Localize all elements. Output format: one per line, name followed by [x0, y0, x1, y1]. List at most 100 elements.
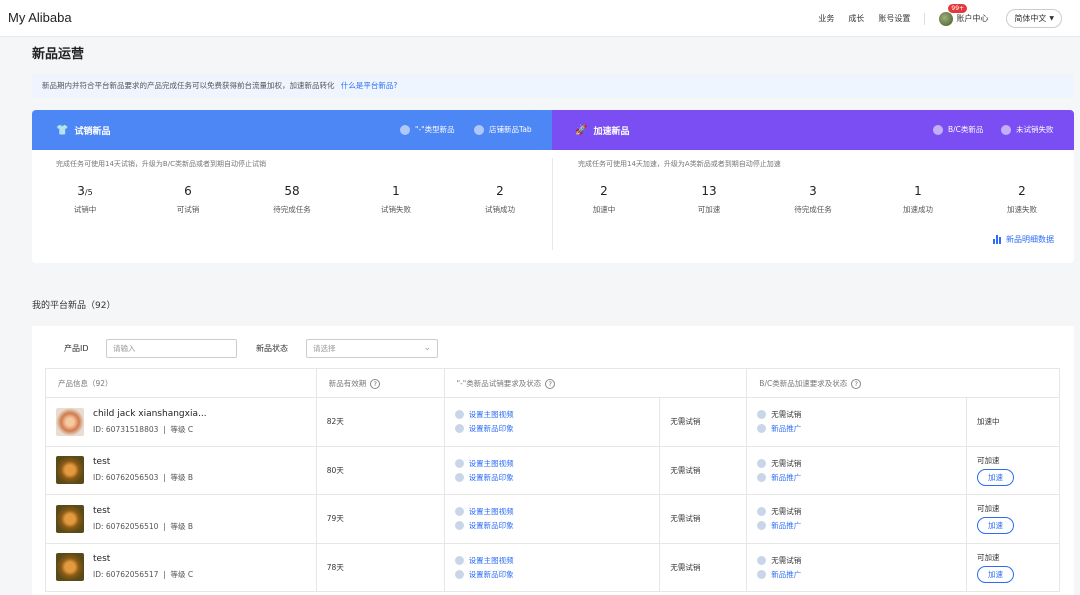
language-label: 简体中文 [1014, 14, 1047, 23]
notice-text: 新品期内并符合平台新品要求的产品完成任务可以免费获得前台流量加权，加速新品转化 [42, 81, 335, 90]
metric-label: 待完成任务 [794, 205, 832, 214]
metric-trial-success[interactable]: 2 试销成功 [450, 184, 550, 215]
metric-value: 1 [914, 184, 922, 198]
notice-help-link[interactable]: 什么是平台新品? [341, 81, 397, 90]
metric-value: 13 [701, 184, 717, 198]
nav-growth[interactable]: 成长 [848, 13, 864, 24]
check-circle-icon [400, 124, 410, 135]
validity-cell: 82天 [315, 397, 445, 447]
accel-status-cell: 可加速 加速 [966, 445, 1060, 495]
trial-status-cell: 无需试销 [659, 397, 748, 447]
metric-trial-available[interactable]: 6 可试销 [138, 184, 238, 215]
product-grade: 等级 C [170, 570, 194, 580]
task-set-main-video[interactable]: 设置主图视频 [454, 458, 660, 469]
status-placeholder: 请选择 [313, 344, 336, 353]
table-row: child jack xianshangxia... ID: 607315188… [45, 397, 1060, 447]
nav-business[interactable]: 业务 [818, 13, 834, 24]
metric-value: 2 [600, 184, 608, 198]
metric-trial-in-progress[interactable]: 3/5 试销中 [35, 184, 135, 215]
validity-cell: 78天 [315, 542, 445, 592]
rocket-icon: 🚀 [575, 125, 588, 136]
product-id: ID: 60731518803 [93, 424, 159, 434]
metric-label: 加速中 [592, 205, 616, 214]
task-set-impression[interactable]: 设置新品印象 [454, 569, 660, 580]
accelerate-option-bc[interactable]: B/C类新品 [933, 124, 983, 135]
product-thumbnail[interactable] [56, 553, 84, 582]
check-circle-icon [454, 410, 464, 420]
notification-badge: 99+ [948, 3, 968, 13]
brand-logo[interactable]: My Alibaba [8, 10, 72, 25]
product-thumbnail[interactable] [56, 504, 84, 533]
product-name[interactable]: child jack xianshangxia... [93, 409, 207, 419]
trial-option-type-label: "-"类型新品 [415, 125, 455, 134]
accelerate-band [552, 110, 1074, 150]
validity-cell: 79天 [315, 494, 445, 544]
task-set-main-video[interactable]: 设置主图视频 [454, 506, 660, 517]
task-no-trial: 无需试销 [757, 409, 966, 420]
trial-option-store-tab[interactable]: 店铺新品Tab [474, 124, 532, 135]
question-circle-icon[interactable]: ? [370, 378, 381, 389]
accelerate-button[interactable]: 加速 [977, 468, 1015, 486]
task-no-trial: 无需试销 [757, 555, 966, 566]
product-list-panel: 产品ID 请输入 新品状态 请选择 ⌄ 产品信息（92） 新品有效期? "-"类… [32, 326, 1074, 595]
check-circle-icon [454, 555, 464, 565]
metric-label: 试销成功 [485, 205, 515, 214]
product-name[interactable]: test [93, 506, 193, 516]
task-label: 设置主图视频 [468, 410, 514, 420]
question-circle-icon[interactable]: ? [851, 378, 862, 389]
accelerate-option-bc-label: B/C类新品 [948, 125, 984, 134]
check-circle-icon [1001, 124, 1011, 135]
metric-value: 2 [1018, 184, 1026, 198]
task-promotion[interactable]: 新品推广 [757, 423, 966, 434]
check-circle-icon [757, 424, 767, 434]
metric-trial-pending-tasks[interactable]: 58 待完成任务 [242, 184, 342, 215]
check-circle-icon [757, 458, 767, 468]
metric-accel-failed[interactable]: 2 加速失败 [972, 184, 1072, 215]
metric-accel-pending-tasks[interactable]: 3 待完成任务 [763, 184, 863, 215]
new-product-stats-panel: 👕 试销新品 "-"类型新品 店铺新品Tab 🚀 加速新品 B/C类新品 未试销… [32, 110, 1074, 263]
metric-accel-available[interactable]: 13 可加速 [659, 184, 759, 215]
product-cell: test ID: 60762056503 | 等级 B [45, 445, 317, 495]
shirt-icon: 👕 [56, 125, 69, 136]
product-id: ID: 60762056503 [93, 473, 159, 483]
trial-option-type[interactable]: "-"类型新品 [400, 124, 455, 135]
metric-accel-success[interactable]: 1 加速成功 [868, 184, 968, 215]
task-promotion[interactable]: 新品推广 [757, 472, 966, 483]
chevron-down-icon: ⌄ [423, 343, 431, 353]
language-select[interactable]: 简体中文 ▼ [1006, 9, 1062, 28]
validity-cell: 80天 [315, 445, 445, 495]
product-thumbnail[interactable] [56, 407, 84, 436]
task-set-main-video[interactable]: 设置主图视频 [454, 555, 660, 566]
product-thumbnail[interactable] [56, 456, 84, 485]
accelerate-option-failed-label: 未试销失败 [1016, 125, 1054, 134]
task-set-impression[interactable]: 设置新品印象 [454, 472, 660, 483]
trial-status-cell: 无需试销 [659, 542, 748, 592]
task-set-main-video[interactable]: 设置主图视频 [454, 409, 660, 420]
task-set-impression[interactable]: 设置新品印象 [454, 423, 660, 434]
product-id-placeholder: 请输入 [113, 344, 136, 353]
accelerate-button[interactable]: 加速 [977, 565, 1015, 583]
product-id-input[interactable]: 请输入 [106, 339, 237, 358]
accelerate-option-failed[interactable]: 未试销失败 [1001, 124, 1054, 135]
check-circle-icon [757, 507, 767, 517]
metric-label: 加速失败 [1007, 205, 1037, 214]
metric-accel-in-progress[interactable]: 2 加速中 [554, 184, 654, 215]
metric-trial-failed[interactable]: 1 试销失败 [346, 184, 446, 215]
check-circle-icon [933, 124, 943, 135]
task-promotion[interactable]: 新品推广 [757, 520, 966, 531]
account-center[interactable]: 99+ 账户中心 [939, 3, 988, 26]
product-name[interactable]: test [93, 554, 193, 564]
nav-account-settings[interactable]: 账号设置 [878, 13, 910, 24]
accelerate-button[interactable]: 加速 [977, 517, 1015, 535]
question-circle-icon[interactable]: ? [545, 378, 556, 389]
bar-chart-icon [993, 235, 1002, 244]
check-circle-icon [757, 555, 767, 565]
product-name[interactable]: test [93, 457, 193, 467]
product-cell: child jack xianshangxia... ID: 607315188… [45, 397, 317, 447]
task-set-impression[interactable]: 设置新品印象 [454, 520, 660, 531]
task-promotion[interactable]: 新品推广 [757, 569, 966, 580]
detail-data-link[interactable]: 新品明细数据 [993, 234, 1054, 245]
list-title: 我的平台新品（92） [32, 301, 116, 311]
accel-status: 可加速 [977, 552, 1000, 562]
status-select[interactable]: 请选择 ⌄ [306, 339, 438, 358]
